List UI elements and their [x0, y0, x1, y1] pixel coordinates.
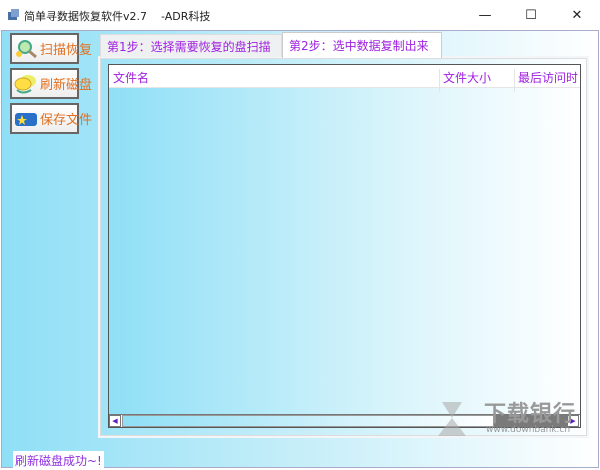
maximize-button[interactable]: ☐ [508, 0, 554, 30]
refresh-disk-button[interactable]: 刷新磁盘 [10, 68, 92, 99]
column-separator[interactable] [514, 69, 515, 92]
disks-icon [14, 74, 36, 93]
column-last-access[interactable]: 最后访问时 [518, 69, 580, 86]
tab-step2[interactable]: 第2步：选中数据复制出来 [282, 32, 442, 58]
window-title: 简单寻数据恢复软件v2.7 -ADR科技 [24, 10, 211, 23]
column-filesize[interactable]: 文件大小 [443, 69, 491, 86]
magnifier-icon [16, 39, 37, 58]
list-header: 文件名 文件大小 最后访问时 [109, 65, 580, 92]
column-separator[interactable] [439, 69, 440, 92]
file-list[interactable]: 文件名 文件大小 最后访问时 ◀ ▶ [108, 64, 581, 428]
save-file-button[interactable]: 保存文件 [10, 103, 92, 134]
save-file-label: 保存文件 [40, 113, 93, 128]
status-text: 刷新磁盘成功~! [13, 451, 104, 470]
watermark-text: 下载银行 [484, 402, 577, 427]
column-filename[interactable]: 文件名 [113, 69, 149, 86]
save-folder-icon [15, 112, 37, 126]
watermark-url: www.downbank.cn [486, 425, 571, 435]
app-icon [8, 9, 19, 20]
scan-recover-label: 扫描恢复 [40, 43, 93, 58]
refresh-disk-label: 刷新磁盘 [40, 78, 93, 93]
scan-recover-button[interactable]: 扫描恢复 [10, 33, 92, 64]
minimize-button[interactable]: — [462, 0, 508, 30]
tab-step1[interactable]: 第1步：选择需要恢复的盘扫描 [100, 34, 282, 57]
scroll-left-arrow[interactable]: ◀ [109, 415, 121, 427]
close-button[interactable]: ✕ [554, 0, 600, 30]
title-bar: 简单寻数据恢复软件v2.7 -ADR科技 — ☐ ✕ [0, 0, 600, 30]
